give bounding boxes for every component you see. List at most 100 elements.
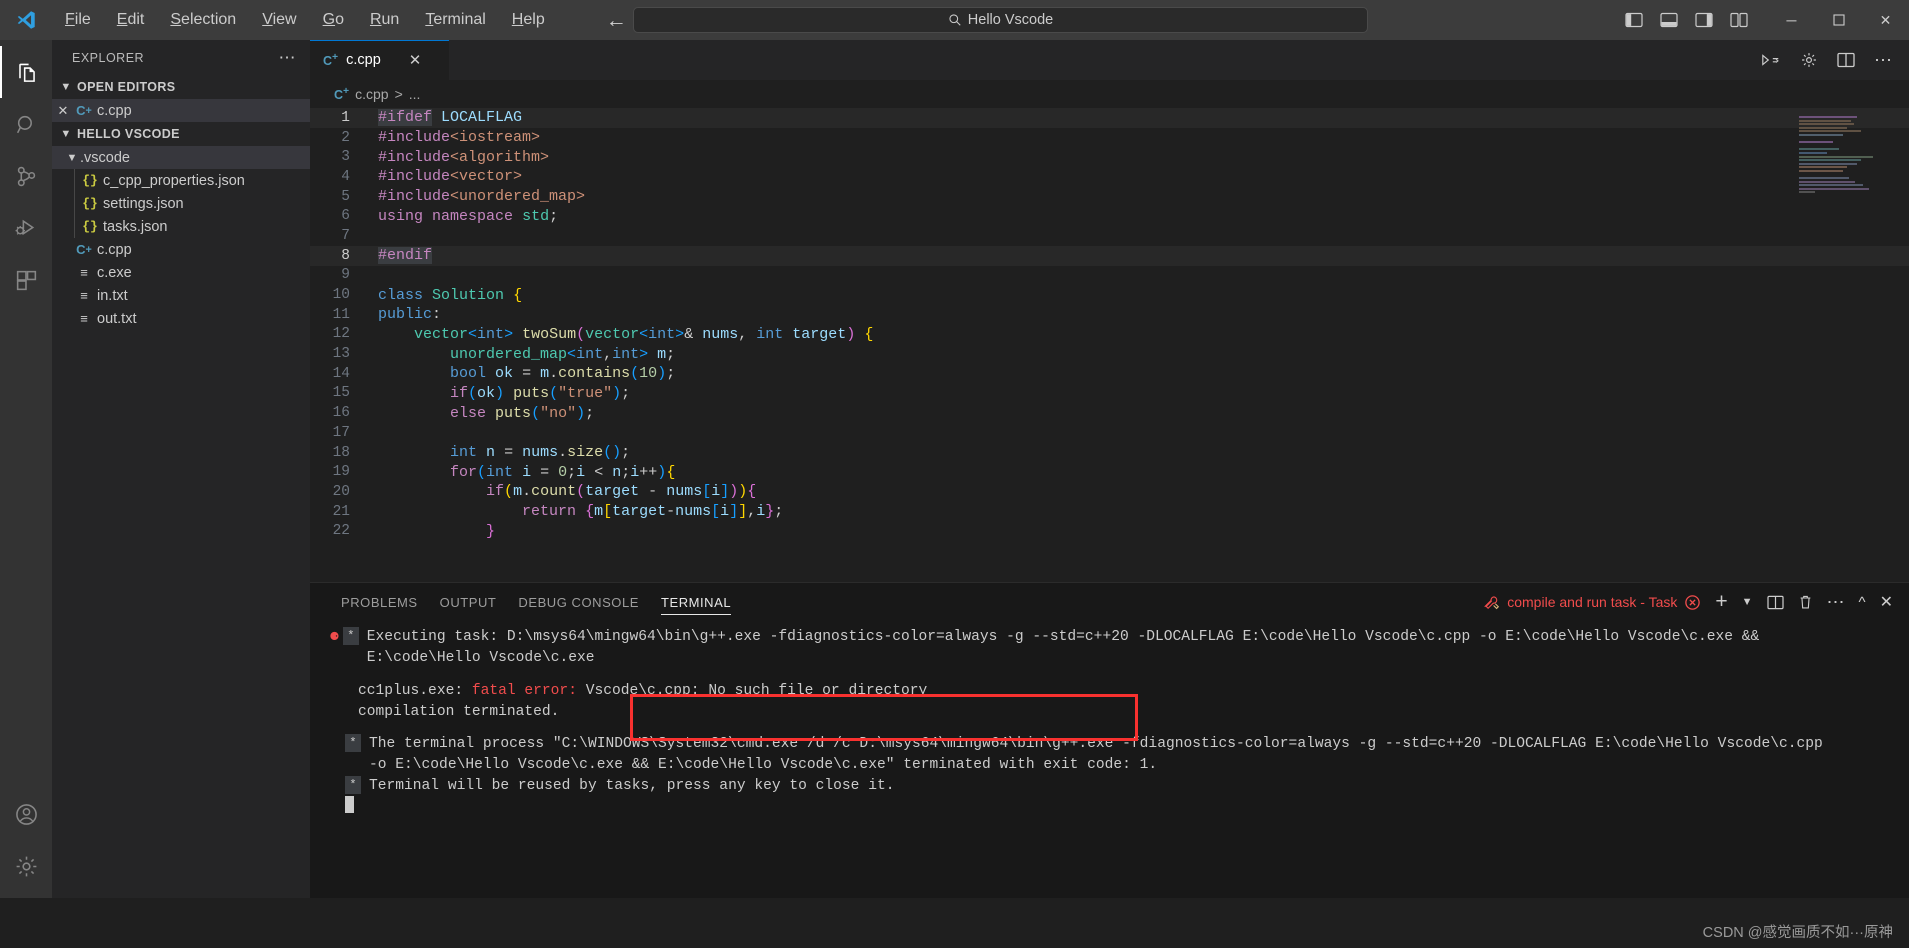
account-icon — [14, 802, 39, 827]
panel-tab-output[interactable]: OUTPUT — [429, 583, 508, 621]
explorer-header: EXPLORER ⋯ — [52, 40, 310, 75]
menu-edit[interactable]: Edit — [104, 6, 158, 34]
minimap[interactable] — [1799, 108, 1895, 582]
menu-file[interactable]: File — [52, 6, 104, 34]
section-open-editors[interactable]: ▼ OPEN EDITORS — [52, 75, 310, 99]
activity-item-account[interactable] — [0, 788, 52, 840]
line-number: 3 — [341, 149, 350, 166]
maximize-button[interactable] — [1815, 0, 1862, 40]
activity-item-source-control[interactable] — [0, 150, 52, 202]
code-line: 17 — [310, 423, 1909, 443]
line-text: int n = nums.size(); — [450, 444, 631, 462]
panel-tab-terminal[interactable]: TERMINAL — [650, 583, 742, 621]
split-terminal-icon[interactable] — [1766, 595, 1784, 610]
code-editor[interactable]: 1 #ifdef LOCALFLAG 2 #include<iostream> … — [310, 108, 1909, 582]
close-icon[interactable]: ✕ — [52, 103, 74, 119]
tree-folder-vscode[interactable]: ▼ .vscode — [52, 146, 310, 169]
close-icon[interactable]: ✕ — [409, 51, 422, 69]
cpp-file-icon: C+ — [334, 85, 350, 103]
watermark: CSDN @感觉画质不如···原神 — [1702, 925, 1893, 941]
explorer-sidebar: EXPLORER ⋯ ▼ OPEN EDITORS ✕ C + c.cpp ▼ H… — [52, 40, 310, 898]
views-and-more-icon[interactable]: ⋯ — [1827, 592, 1845, 613]
run-code-icon[interactable] — [1761, 52, 1781, 68]
panel-tab-problems[interactable]: PROBLEMS — [330, 583, 429, 621]
close-panel-icon[interactable]: ✕ — [1880, 592, 1893, 612]
tree-file-in-txt[interactable]: ≡ in.txt — [52, 284, 310, 307]
minimize-button[interactable]: ─ — [1768, 0, 1815, 40]
line-number: 6 — [341, 208, 350, 225]
new-terminal-icon[interactable]: + — [1715, 590, 1727, 614]
menu-view[interactable]: View — [249, 6, 309, 34]
menu-go[interactable]: Go — [310, 6, 357, 34]
tree-file-settings-json[interactable]: {} settings.json — [52, 192, 310, 215]
tree-file-out-txt[interactable]: ≡ out.txt — [52, 307, 310, 330]
cpp-file-icon: C+ — [323, 51, 339, 69]
code-line: 13 unordered_map<int,int> m; — [310, 344, 1909, 364]
open-editor-item-c-cpp[interactable]: ✕ C + c.cpp — [52, 99, 310, 122]
toggle-panel-icon[interactable] — [1660, 12, 1678, 28]
activity-item-run-and-debug[interactable] — [0, 202, 52, 254]
code-line: 11 public: — [310, 305, 1909, 325]
tree-file-c-cpp-properties-json[interactable]: {} c_cpp_properties.json — [52, 169, 310, 192]
title-bar: File Edit Selection View Go Run Terminal… — [0, 0, 1909, 40]
error-dot-icon: ⚈ — [330, 629, 339, 645]
line-number: 21 — [332, 503, 350, 520]
line-text: vector<int> twoSum(vector<int>& nums, in… — [414, 325, 874, 343]
cpp-file-icon: C+ — [76, 103, 92, 118]
tree-file-tasks-json[interactable]: {} tasks.json — [52, 215, 310, 238]
menu-run[interactable]: Run — [357, 6, 412, 34]
line-text: if(m.count(target - nums[i])){ — [486, 483, 757, 501]
line-number: 19 — [332, 464, 350, 481]
breadcrumb-file[interactable]: c.cpp — [355, 86, 388, 102]
tree-file-label: in.txt — [97, 287, 128, 304]
tools-icon — [1483, 594, 1500, 611]
activity-item-settings[interactable] — [0, 840, 52, 892]
settings-gear-icon[interactable] — [1800, 51, 1818, 69]
code-line: 16 else puts("no"); — [310, 403, 1909, 423]
toggle-secondary-sidebar-icon[interactable] — [1695, 12, 1713, 28]
code-line: 22 } — [310, 521, 1909, 541]
code-content: 1 #ifdef LOCALFLAG 2 #include<iostream> … — [310, 108, 1909, 582]
panel-tab-debug-console[interactable]: DEBUG CONSOLE — [507, 583, 650, 621]
code-line: 21 return {m[target-nums[i]],i}; — [310, 502, 1909, 522]
activity-item-extensions[interactable] — [0, 254, 52, 306]
panel-actions: compile and run task - Task + ▼ ⋯ ^ ✕ — [1483, 590, 1909, 614]
more-actions-icon[interactable]: ⋯ — [1874, 50, 1892, 71]
tree-file-label: settings.json — [103, 195, 184, 212]
split-editor-icon[interactable] — [1837, 52, 1855, 68]
command-center[interactable]: Hello Vscode — [633, 7, 1368, 33]
terminal-line-text: Executing task: D:\msys64\mingw64\bin\g+… — [366, 629, 1769, 666]
menu-terminal[interactable]: Terminal — [412, 6, 498, 34]
tree-file-c-cpp[interactable]: C + c.cpp — [52, 238, 310, 261]
activity-item-search[interactable] — [0, 98, 52, 150]
error-circle-icon — [1684, 594, 1701, 611]
editor-tab-c-cpp[interactable]: C+ c.cpp ✕ — [310, 40, 450, 80]
code-line: 6 using namespace std; — [310, 206, 1909, 226]
section-hello-vscode[interactable]: ▼ HELLO VSCODE — [52, 122, 310, 146]
menu-selection[interactable]: Selection — [157, 6, 249, 34]
menu-help[interactable]: Help — [499, 6, 558, 34]
editor-tab-label: c.cpp — [346, 52, 381, 68]
code-line: 4 #include<vector> — [310, 167, 1909, 187]
terminal-cursor — [345, 796, 354, 814]
line-text: public: — [378, 306, 442, 324]
terminal-output[interactable]: ⚈ * Executing task: D:\msys64\mingw64\bi… — [310, 621, 1909, 898]
activity-item-explorer[interactable] — [0, 46, 52, 98]
kill-terminal-icon[interactable] — [1798, 594, 1813, 610]
tree-file-c-exe[interactable]: ≡ c.exe — [52, 261, 310, 284]
close-window-button[interactable]: ✕ — [1862, 0, 1909, 40]
chevron-down-icon[interactable]: ▼ — [1742, 596, 1753, 608]
arrow-left-icon[interactable]: ← — [606, 10, 627, 31]
ellipsis-icon[interactable]: ⋯ — [279, 48, 303, 68]
terminal-task-entry[interactable]: compile and run task - Task — [1483, 594, 1701, 611]
code-line: 19 for(int i = 0;i < n;i++){ — [310, 462, 1909, 482]
maximize-panel-icon[interactable]: ^ — [1859, 594, 1866, 611]
chevron-down-icon: ▼ — [60, 81, 72, 93]
breadcrumb-rest[interactable]: ... — [409, 86, 421, 102]
toggle-primary-sidebar-icon[interactable] — [1625, 12, 1643, 28]
text-file-icon: ≡ — [80, 311, 88, 326]
terminal-prompt-marker: * — [342, 627, 359, 645]
customize-layout-icon[interactable] — [1730, 12, 1748, 28]
open-editor-label: c.cpp — [97, 102, 132, 119]
text-file-icon: ≡ — [80, 288, 88, 303]
